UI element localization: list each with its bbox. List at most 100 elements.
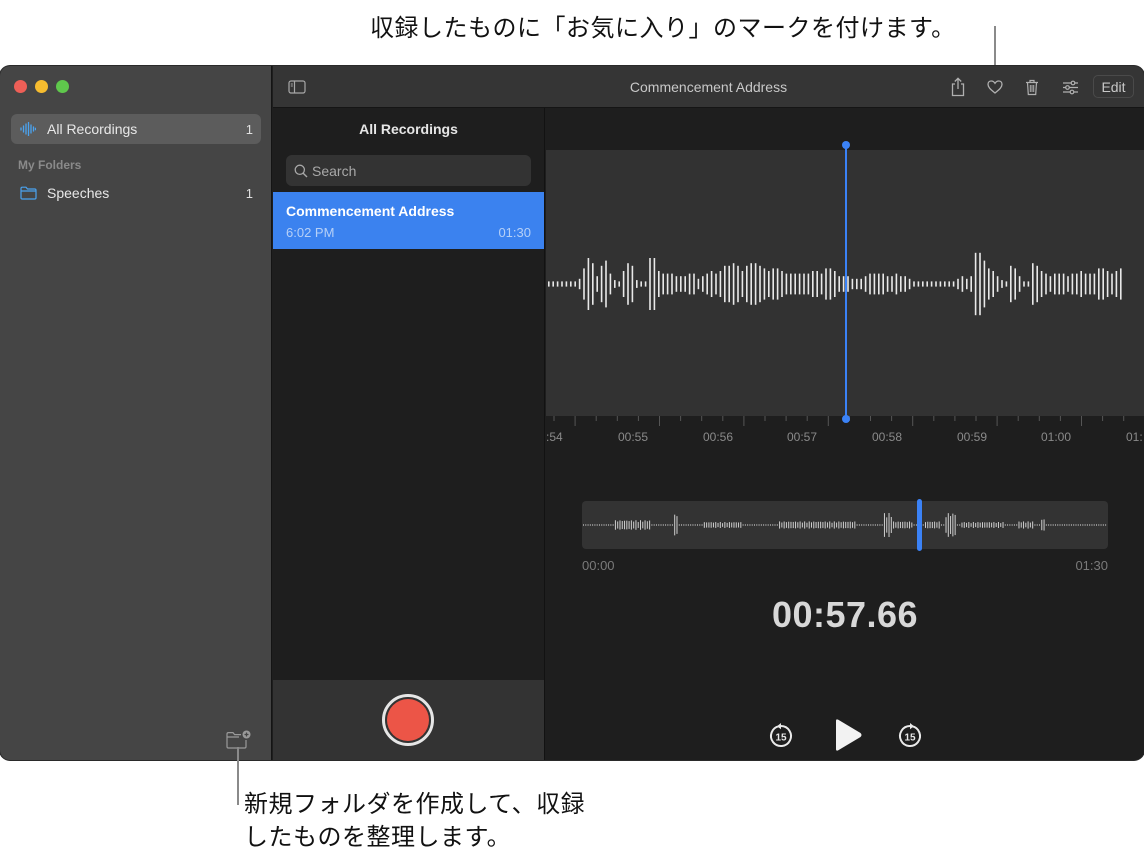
toolbar: Commencement Address Edit: [273, 66, 1144, 108]
waveform-bar: [1045, 273, 1047, 295]
overview-bar: [963, 522, 965, 528]
overview-bar: [1077, 524, 1079, 526]
overview-bar: [1070, 524, 1072, 526]
sidebar-item-all-recordings[interactable]: All Recordings 1: [11, 114, 261, 144]
zoom-button[interactable]: [56, 80, 69, 93]
edit-button[interactable]: Edit: [1093, 75, 1134, 98]
overview-bar: [640, 520, 641, 530]
overview-bar: [719, 522, 721, 528]
overview-bar: [881, 524, 883, 526]
enhance-settings-button[interactable]: [1059, 76, 1081, 98]
waveform-bar: [636, 280, 638, 288]
waveform-bar: [614, 280, 616, 288]
overview-bar: [968, 522, 970, 528]
waveform-bar: [587, 258, 590, 310]
waveform-bar: [952, 281, 955, 287]
minimize-button[interactable]: [35, 80, 48, 93]
overview-bar: [872, 524, 874, 526]
waveform-bar: [1005, 281, 1008, 287]
timeline-ruler: :54 00:55 00:56 00:57 00:58 00:59 01:00 …: [546, 416, 1144, 466]
ruler-label: 01:: [1126, 430, 1143, 444]
overview-bar: [596, 524, 598, 526]
overview-bar: [997, 522, 999, 528]
overview-bar: [982, 522, 983, 528]
callout-favorite: 収録したものに「お気に入り」のマークを付けます。: [370, 15, 956, 42]
trash-icon: [1026, 79, 1038, 95]
sidebar-item-speeches[interactable]: Speeches 1: [11, 178, 261, 208]
overview-bar: [1064, 524, 1066, 526]
waveform-bar: [1062, 273, 1065, 295]
overview-playhead[interactable]: [916, 499, 922, 551]
search-input[interactable]: [312, 162, 512, 179]
overview-bar: [644, 520, 646, 530]
overview-bar: [804, 521, 806, 529]
svg-text:15: 15: [775, 733, 787, 744]
overview-bar: [694, 524, 696, 526]
overview-bar: [772, 524, 774, 526]
waveform-bar: [693, 273, 695, 295]
overview-scrubber[interactable]: [582, 499, 1108, 551]
overview-bar: [665, 524, 667, 526]
ruler-label: :54: [546, 430, 563, 444]
overview-bar: [931, 521, 933, 529]
search-field[interactable]: [286, 155, 531, 186]
playhead[interactable]: [842, 141, 850, 423]
close-button[interactable]: [14, 80, 27, 93]
overview-bar: [865, 524, 867, 526]
waveform-bar: [900, 276, 902, 292]
overview-bar: [669, 524, 671, 526]
recording-time: 6:02 PM: [286, 225, 335, 240]
overview-bar: [1025, 522, 1027, 528]
waveform-bar: [930, 281, 933, 287]
overview-bar: [897, 521, 899, 529]
waveform-bar: [794, 273, 796, 295]
favorite-button[interactable]: [984, 76, 1006, 98]
record-button[interactable]: [382, 694, 434, 746]
waveform-bar: [1111, 273, 1113, 295]
overview-bar: [890, 517, 892, 533]
waveform-bar: [1102, 268, 1104, 300]
overview-bar: [594, 524, 596, 526]
overview-bar: [824, 521, 826, 529]
overview-bar: [635, 520, 637, 530]
overview-bar: [735, 522, 737, 528]
skip-back-button[interactable]: 15: [767, 722, 795, 750]
overview-bar: [779, 521, 781, 529]
waveform-bar: [1067, 276, 1069, 292]
skip-forward-button[interactable]: 15: [896, 722, 924, 750]
waveform-bar: [728, 265, 730, 303]
recording-title: Commencement Address: [629, 79, 788, 95]
overview-bar: [674, 514, 676, 536]
overview-bar: [708, 522, 710, 528]
delete-button[interactable]: [1021, 76, 1043, 98]
recording-list-item[interactable]: Commencement Address 6:02 PM 01:30: [273, 192, 544, 249]
overview-bar: [895, 522, 897, 528]
play-button[interactable]: [831, 715, 865, 755]
waveform-bar: [838, 276, 840, 292]
overview-bar: [610, 524, 612, 526]
overview-bar: [966, 522, 968, 528]
overview-bar: [733, 522, 735, 528]
ruler-label: 00:55: [618, 430, 649, 444]
waveform-bar: [891, 276, 893, 292]
waveform-bar: [926, 281, 928, 287]
overview-bar: [1052, 524, 1054, 526]
overview-bar: [633, 521, 635, 529]
overview-bar: [742, 524, 744, 526]
overview-bar: [959, 524, 961, 526]
waveform-bar: [640, 281, 642, 287]
overview-bar: [849, 521, 851, 529]
overview-bar: [744, 524, 746, 526]
share-button[interactable]: [947, 76, 969, 98]
overview-end-time: 01:30: [1075, 558, 1108, 573]
overview-bar: [1018, 521, 1020, 529]
overview-bar: [687, 524, 689, 526]
overview-bar: [806, 522, 808, 528]
overview-bar: [813, 521, 815, 529]
overview-bar: [799, 521, 801, 529]
new-folder-button[interactable]: [226, 730, 252, 750]
waveform-bar: [860, 278, 862, 290]
waveform-bar: [662, 273, 664, 295]
overview-bar: [1036, 524, 1038, 526]
overview-bar: [883, 513, 885, 537]
